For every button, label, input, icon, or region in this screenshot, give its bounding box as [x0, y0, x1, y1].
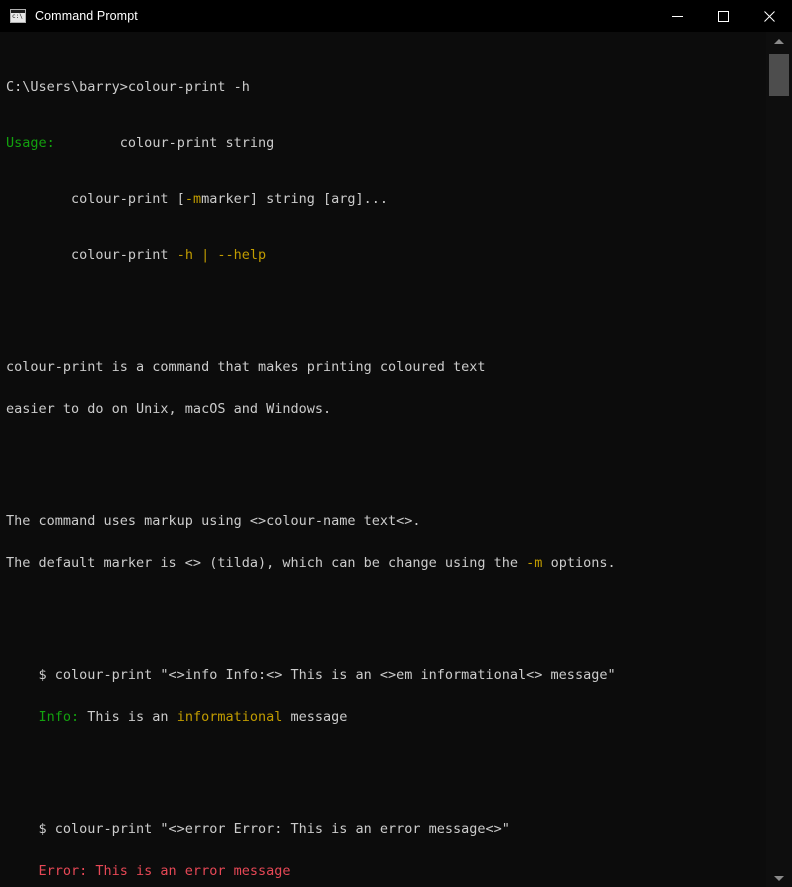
markup-line-2-flag: -m — [526, 555, 543, 571]
example-2-command: $ colour-print "<>error Error: This is a… — [6, 821, 510, 837]
example-1-tail: message — [282, 709, 348, 725]
terminal-screen[interactable]: C:\Users\barry>colour-print -h Usage: co… — [0, 32, 766, 887]
minimize-button[interactable] — [654, 0, 700, 32]
command-text: colour-print -h — [127, 79, 250, 95]
window-controls — [654, 0, 792, 32]
em-text: informational — [176, 709, 283, 725]
usage-text-2-pre: colour-print [ — [6, 191, 185, 207]
example-1-mid: This is an — [79, 709, 177, 725]
usage-line-1: Usage: colour-print string — [6, 136, 766, 150]
scroll-down-arrow[interactable] — [766, 869, 792, 887]
terminal-window: C:\Users\barry>colour-print -h Usage: co… — [0, 32, 792, 887]
intro-line-2: easier to do on Unix, macOS and Windows. — [6, 401, 332, 417]
usage-flag-2: -m — [184, 191, 202, 207]
example-1-command: $ colour-print "<>info Info:<> This is a… — [6, 667, 616, 683]
window-title: Command Prompt — [35, 9, 138, 23]
usage-line-2: colour-print [-mmarker] string [arg]... — [6, 192, 766, 206]
markup-line-2-pre: The default marker is <> (tilda), which … — [6, 555, 527, 571]
scroll-thumb[interactable] — [769, 54, 789, 96]
info-tag: Info: — [38, 709, 80, 725]
usage-flag-3: -h | --help — [176, 247, 267, 263]
usage-text-1: colour-print string — [54, 135, 275, 151]
prompt-line-top: C:\Users\barry>colour-print -h — [6, 80, 766, 94]
scroll-up-arrow[interactable] — [766, 32, 792, 50]
maximize-button[interactable] — [700, 0, 746, 32]
vertical-scrollbar[interactable] — [766, 32, 792, 887]
example-2-output: Error: This is an error message — [6, 863, 291, 879]
scrollbar-track[interactable] — [766, 50, 792, 869]
markup-line-2-post: options. — [542, 555, 616, 571]
markup-line-2: The default marker is <> (tilda), which … — [6, 556, 766, 570]
close-button[interactable] — [746, 0, 792, 32]
markup-line-1: The command uses markup using <>colour-n… — [6, 513, 421, 529]
intro-line-1: colour-print is a command that makes pri… — [6, 359, 486, 375]
example-1-output: Info: This is an informational message — [6, 710, 766, 724]
usage-text-3-pre: colour-print — [6, 247, 177, 263]
window-titlebar[interactable]: Command Prompt — [0, 0, 792, 32]
usage-label: Usage: — [6, 135, 55, 151]
usage-text-2-post: marker] string [arg]... — [201, 191, 389, 207]
prompt-text: C:\Users\barry> — [6, 79, 128, 95]
usage-line-3: colour-print -h | --help — [6, 248, 766, 262]
console-icon — [10, 9, 26, 23]
